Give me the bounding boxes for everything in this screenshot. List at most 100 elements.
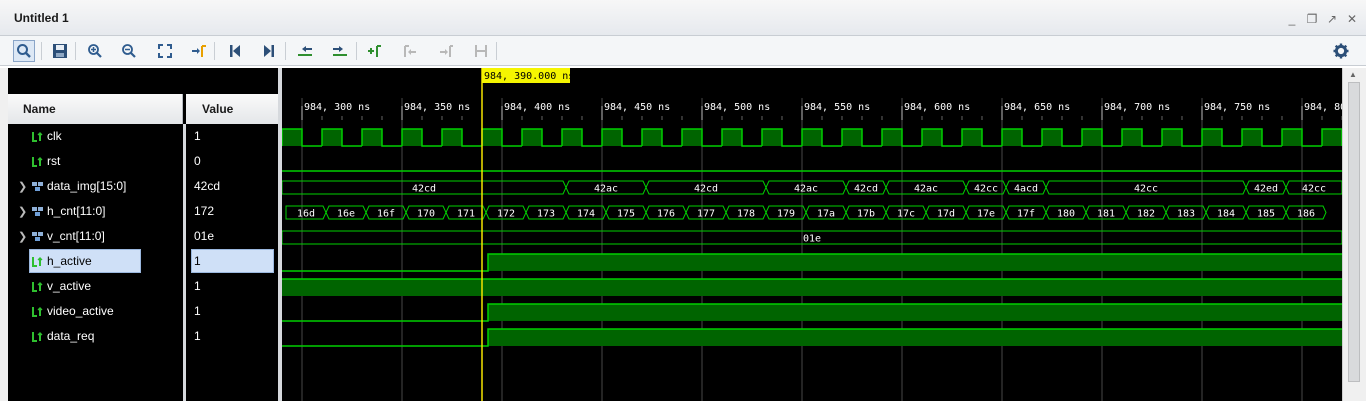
zoom-in-icon <box>88 44 102 58</box>
clk-high-fill <box>762 129 782 146</box>
signal-row[interactable]: ❯ data_img[15:0] 42cd <box>8 174 278 199</box>
clk-high-fill <box>1322 129 1342 146</box>
clk-high-fill <box>322 129 342 146</box>
time-tick-label: 984, 500 ns <box>704 102 770 113</box>
go-to-cursor-icon <box>192 45 206 57</box>
add-marker-button[interactable] <box>364 40 386 62</box>
data-img-value-label: 42cd <box>694 184 718 195</box>
next-transition-button[interactable] <box>329 40 351 62</box>
clk-high-fill <box>562 129 582 146</box>
zoom-in-button[interactable] <box>84 40 106 62</box>
signal-row[interactable]: video_active 1 <box>8 299 278 324</box>
name-header-label: Name <box>23 102 56 116</box>
clk-high-fill <box>1242 129 1262 146</box>
data-img-value-label: 42ac <box>594 184 618 195</box>
waveform-toolbar <box>0 36 1366 66</box>
restore-icon[interactable]: ❐ <box>1306 13 1318 25</box>
expand-chevron-icon[interactable]: ❯ <box>18 180 27 193</box>
go-to-time-zero-button[interactable] <box>224 40 246 62</box>
clk-high-fill <box>922 129 942 146</box>
cursor-time-label: 984, 390.000 ns <box>484 71 574 82</box>
signal-value: 0 <box>194 154 201 168</box>
clk-high-fill <box>442 129 462 146</box>
go-to-last-time-button[interactable] <box>258 40 280 62</box>
h-cnt-value-label: 184 <box>1217 209 1235 220</box>
bit-signal-icon <box>32 282 43 292</box>
data-img-value-label: 42cc <box>1134 184 1158 195</box>
h-cnt-value-label: 16e <box>337 209 355 220</box>
signal-name: rst <box>47 154 61 168</box>
search-button[interactable] <box>13 40 35 62</box>
scroll-up-icon[interactable]: ▲ <box>1349 70 1357 79</box>
clk-high-fill <box>1282 129 1302 146</box>
gear-icon <box>1333 43 1349 59</box>
signal-value: 1 <box>194 129 201 143</box>
h-cnt-value-label: 16d <box>297 209 315 220</box>
window-title: Untitled 1 <box>14 11 69 25</box>
save-button[interactable] <box>49 40 71 62</box>
clk-high-fill <box>482 129 502 146</box>
float-icon[interactable]: ↗ <box>1326 13 1338 25</box>
signal-row[interactable]: rst 0 <box>8 149 278 174</box>
go-to-cursor-button[interactable] <box>188 40 210 62</box>
zoom-fit-button[interactable] <box>154 40 176 62</box>
time-tick-label: 984, 80 <box>1304 102 1342 113</box>
close-icon[interactable]: ✕ <box>1346 13 1358 25</box>
signal-row[interactable]: clk 1 <box>8 124 278 149</box>
expand-chevron-icon[interactable]: ❯ <box>18 205 27 218</box>
signal-value: 1 <box>194 329 201 343</box>
signal-value: 172 <box>194 204 215 218</box>
data-img-value-label: 42cc <box>1302 184 1326 195</box>
h-cnt-value-label: 185 <box>1257 209 1275 220</box>
signal-value: 01e <box>194 229 215 243</box>
previous-marker-button <box>399 40 421 62</box>
signal-name: h_active <box>47 254 92 268</box>
clk-high-fill <box>642 129 662 146</box>
previous-transition-button[interactable] <box>294 40 316 62</box>
time-tick-label: 984, 600 ns <box>904 102 970 113</box>
h-cnt-value-label: 178 <box>737 209 755 220</box>
signal-row[interactable]: ❯ h_cnt[11:0] 172 <box>8 199 278 224</box>
value-column-header[interactable]: Value <box>186 94 278 124</box>
zoom-fit-icon <box>158 44 172 58</box>
h-cnt-value-label: 173 <box>537 209 555 220</box>
clk-high-fill <box>842 129 862 146</box>
time-tick-label: 984, 350 ns <box>404 102 470 113</box>
minimize-icon[interactable]: _ <box>1286 13 1298 25</box>
data-img-value-label: 42cc <box>974 184 998 195</box>
waveform-canvas[interactable]: 984, 300 ns 984, 350 ns 984, 400 ns 984, 45… <box>282 68 1342 401</box>
data-req-high-fill <box>488 329 1342 346</box>
window-titlebar: Untitled 1 _ ❐ ↗ ✕ <box>0 0 1366 36</box>
clk-high-fill <box>1002 129 1022 146</box>
clk-high-fill <box>882 129 902 146</box>
data-img-value-label: 42ac <box>914 184 938 195</box>
signal-row[interactable]: ❯ v_cnt[11:0] 01e <box>8 224 278 249</box>
skip-to-start-icon <box>230 45 240 57</box>
name-column-header[interactable]: Name <box>8 94 183 124</box>
expand-chevron-icon[interactable]: ❯ <box>18 230 27 243</box>
bit-signal-icon <box>32 157 43 167</box>
clk-high-fill <box>602 129 622 146</box>
h-cnt-value-label: 182 <box>1137 209 1155 220</box>
signal-row[interactable]: h_active 1 <box>8 249 278 274</box>
clk-high-fill <box>362 129 382 146</box>
v-cnt-value-label: 01e <box>803 234 821 245</box>
settings-button[interactable] <box>1330 40 1352 62</box>
bus-signal-icon <box>32 232 43 241</box>
bit-signal-icon <box>32 307 43 317</box>
zoom-out-button[interactable] <box>118 40 140 62</box>
clk-high-fill <box>682 129 702 146</box>
vertical-scrollbar[interactable]: ▲ <box>1342 68 1366 401</box>
scrollbar-thumb[interactable] <box>1348 82 1360 382</box>
time-tick-label: 984, 450 ns <box>604 102 670 113</box>
signal-row[interactable]: v_active 1 <box>8 274 278 299</box>
signal-row[interactable]: data_req 1 <box>8 324 278 349</box>
clk-high-fill <box>1162 129 1182 146</box>
h-cnt-value-label: 17f <box>1017 209 1035 220</box>
h-cnt-value-label: 181 <box>1097 209 1115 220</box>
zoom-out-icon <box>122 44 136 58</box>
clk-high-fill <box>522 129 542 146</box>
time-tick-label: 984, 650 ns <box>1004 102 1070 113</box>
clk-high-fill <box>402 129 422 146</box>
data-img-value-label: 4acd <box>1014 184 1038 195</box>
